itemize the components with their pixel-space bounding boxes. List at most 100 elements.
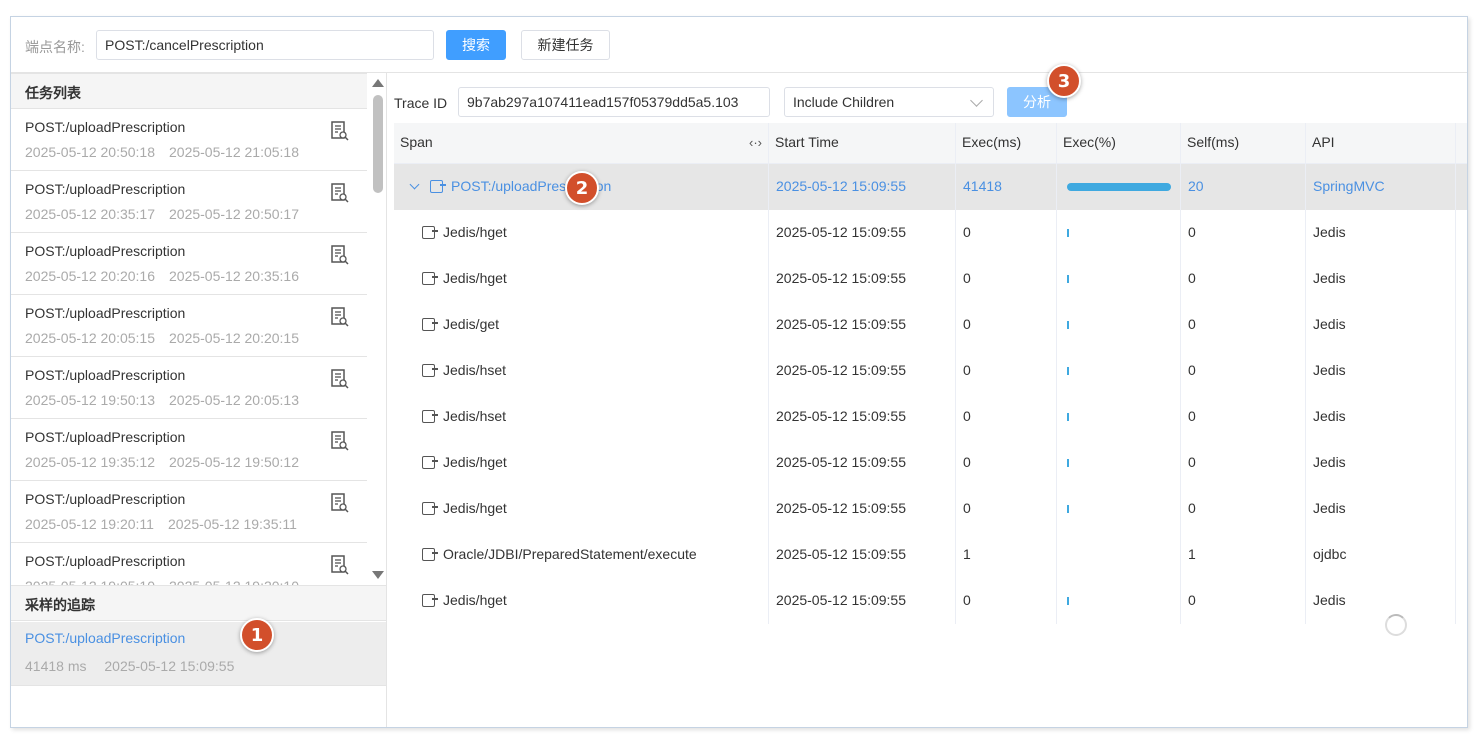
exec-ms-cell: 0	[956, 302, 1057, 348]
task-name: POST:/uploadPrescription	[25, 553, 186, 569]
start-time-cell: 2025-05-12 15:09:55	[769, 210, 956, 256]
task-list-item[interactable]: POST:/uploadPrescription 2025-05-12 20:50…	[11, 109, 367, 171]
document-search-icon[interactable]	[331, 493, 349, 513]
exec-pct-bar	[1067, 505, 1069, 513]
task-end-time: 2025-05-12 20:35:16	[169, 268, 299, 284]
table-row[interactable]: Jedis/get 2025-05-12 15:09:55 0 0 Jedis	[394, 302, 1467, 348]
table-row[interactable]: Jedis/hget 2025-05-12 15:09:55 0 0 Jedis	[394, 210, 1467, 256]
exec-pct-cell	[1057, 486, 1181, 532]
task-end-time: 2025-05-12 19:35:11	[167, 516, 297, 532]
table-row[interactable]: Jedis/hget 2025-05-12 15:09:55 0 0 Jedis	[394, 256, 1467, 302]
start-time-cell: 2025-05-12 15:09:55	[769, 164, 956, 210]
document-search-icon[interactable]	[331, 555, 349, 575]
span-cell: Jedis/get	[394, 302, 769, 348]
table-row[interactable]: Oracle/JDBI/PreparedStatement/execute 202…	[394, 532, 1467, 578]
exec-pct-cell	[1057, 164, 1181, 210]
col-span[interactable]: Span ‹·›	[394, 123, 769, 164]
document-search-icon[interactable]	[331, 121, 349, 141]
left-panel: 任务列表 POST:/uploadPrescription 2025-05-12 …	[11, 73, 387, 727]
sampled-trace-header: 采样的追踪	[11, 585, 386, 621]
table-row[interactable]: Jedis/hset 2025-05-12 15:09:55 0 0 Jedis	[394, 348, 1467, 394]
task-list-item[interactable]: POST:/uploadPrescription 2025-05-12 20:05…	[11, 295, 367, 357]
search-button[interactable]: 搜索	[446, 30, 506, 60]
scroll-down-arrow-icon[interactable]	[372, 571, 384, 579]
callout-badge-2: 2	[565, 171, 599, 205]
api-cell: Jedis	[1306, 256, 1456, 302]
col-exec-pct[interactable]: Exec(%)	[1057, 123, 1181, 164]
api-cell: ojdbc	[1306, 532, 1456, 578]
self-ms-cell: 1	[1181, 532, 1306, 578]
callout-badge-3: 3	[1047, 64, 1081, 98]
endpoint-input[interactable]	[96, 30, 434, 60]
col-api[interactable]: API	[1306, 123, 1456, 164]
document-search-icon[interactable]	[331, 369, 349, 389]
self-ms-cell: 0	[1181, 302, 1306, 348]
task-list-scrollbar[interactable]	[369, 73, 387, 585]
task-list: POST:/uploadPrescription 2025-05-12 20:50…	[11, 109, 367, 585]
exec-pct-bar	[1067, 597, 1069, 605]
chevron-down-icon[interactable]	[409, 179, 420, 190]
exec-ms-cell: 0	[956, 440, 1057, 486]
column-resize-icon[interactable]: ‹·›	[749, 135, 762, 150]
trace-id-label: Trace ID	[394, 95, 448, 111]
task-start-time: 2025-05-12 20:50:18	[25, 144, 155, 160]
exec-ms-cell: 0	[956, 394, 1057, 440]
table-row[interactable]: POST:/uploadPrescription 2025-05-12 15:09…	[394, 164, 1467, 210]
task-start-time: 2025-05-12 20:05:15	[25, 330, 155, 346]
task-list-item[interactable]: POST:/uploadPrescription 2025-05-12 19:05…	[11, 543, 367, 585]
trace-id-input[interactable]	[458, 87, 770, 117]
start-time-cell: 2025-05-12 15:09:55	[769, 486, 956, 532]
document-search-icon[interactable]	[331, 245, 349, 265]
task-list-header: 任务列表	[11, 73, 367, 109]
task-list-item[interactable]: POST:/uploadPrescription 2025-05-12 19:20…	[11, 481, 367, 543]
table-row[interactable]: Jedis/hget 2025-05-12 15:09:55 0 0 Jedis	[394, 578, 1467, 624]
exec-pct-cell	[1057, 210, 1181, 256]
span-cell: Jedis/hset	[394, 394, 769, 440]
col-span-label: Span	[400, 134, 433, 150]
task-list-item[interactable]: POST:/uploadPrescription 2025-05-12 20:20…	[11, 233, 367, 295]
span-exit-icon	[422, 226, 438, 239]
document-search-icon[interactable]	[331, 431, 349, 451]
start-time-cell: 2025-05-12 15:09:55	[769, 440, 956, 486]
task-list-item[interactable]: POST:/uploadPrescription 2025-05-12 20:35…	[11, 171, 367, 233]
document-search-icon[interactable]	[331, 183, 349, 203]
sampled-trace-time: 2025-05-12 15:09:55	[104, 658, 235, 674]
api-cell: Jedis	[1306, 210, 1456, 256]
exec-pct-bar	[1067, 183, 1171, 191]
col-self-ms[interactable]: Self(ms)	[1181, 123, 1306, 164]
span-exit-icon	[422, 410, 438, 423]
task-list-item[interactable]: POST:/uploadPrescription 2025-05-12 19:35…	[11, 419, 367, 481]
trace-panel: Trace ID Include Children 分析 Span ‹·› St…	[388, 73, 1467, 727]
col-start-time[interactable]: Start Time	[769, 123, 956, 164]
exec-pct-cell	[1057, 394, 1181, 440]
table-row[interactable]: Jedis/hget 2025-05-12 15:09:55 0 0 Jedis	[394, 440, 1467, 486]
task-list-item[interactable]: POST:/uploadPrescription 2025-05-12 19:50…	[11, 357, 367, 419]
sampled-trace-item[interactable]: POST:/uploadPrescription 41418 ms 2025-0…	[11, 622, 386, 686]
self-ms-cell: 0	[1181, 256, 1306, 302]
task-name: POST:/uploadPrescription	[25, 181, 186, 197]
task-name: POST:/uploadPrescription	[25, 305, 186, 321]
sampled-trace-name: POST:/uploadPrescription	[25, 630, 186, 646]
self-ms-cell: 20	[1181, 164, 1306, 210]
exec-ms-cell: 41418	[956, 164, 1057, 210]
table-row[interactable]: Jedis/hset 2025-05-12 15:09:55 0 0 Jedis	[394, 394, 1467, 440]
task-end-time: 2025-05-12 20:05:13	[169, 392, 299, 408]
task-name: POST:/uploadPrescription	[25, 119, 186, 135]
exec-pct-fill	[1067, 183, 1171, 191]
api-cell: SpringMVC	[1306, 164, 1456, 210]
api-cell: Jedis	[1306, 302, 1456, 348]
exec-ms-cell: 0	[956, 348, 1057, 394]
span-name: Jedis/hset	[443, 362, 507, 378]
scroll-thumb[interactable]	[373, 95, 383, 193]
children-filter-select[interactable]: Include Children	[784, 87, 994, 117]
exec-ms-cell: 0	[956, 486, 1057, 532]
api-cell: Jedis	[1306, 578, 1456, 624]
exec-pct-cell	[1057, 256, 1181, 302]
span-name: Jedis/hset	[443, 408, 507, 424]
table-row[interactable]: Jedis/hget 2025-05-12 15:09:55 0 0 Jedis	[394, 486, 1467, 532]
document-search-icon[interactable]	[331, 307, 349, 327]
loading-spinner-icon	[1385, 614, 1407, 636]
new-task-button[interactable]: 新建任务	[521, 30, 610, 60]
col-exec-ms[interactable]: Exec(ms)	[956, 123, 1057, 164]
scroll-up-arrow-icon[interactable]	[372, 79, 384, 87]
